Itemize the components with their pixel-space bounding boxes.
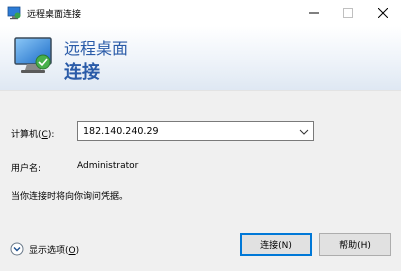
minimize-icon bbox=[309, 12, 319, 14]
help-button[interactable]: 帮助(H) bbox=[319, 233, 391, 256]
computer-input[interactable]: 182.140.240.29 bbox=[83, 126, 159, 137]
maximize-button[interactable] bbox=[331, 0, 365, 26]
close-button[interactable] bbox=[366, 0, 400, 26]
header-banner: 远程桌面 连接 bbox=[0, 26, 401, 91]
computer-label: 计算机(C): bbox=[11, 130, 55, 140]
window-title: 远程桌面连接 bbox=[27, 10, 82, 20]
remote-desktop-icon bbox=[14, 37, 52, 73]
maximize-icon bbox=[343, 8, 353, 18]
chevron-down-icon[interactable] bbox=[299, 127, 309, 137]
credentials-note: 当你连接时将向你询问凭据。 bbox=[11, 192, 129, 202]
show-options-toggle[interactable]: 显示选项(O) bbox=[10, 240, 79, 258]
connect-button[interactable]: 连接(N) bbox=[240, 233, 312, 256]
show-options-label: 显示选项(O) bbox=[29, 245, 80, 256]
banner-title-line2: 连接 bbox=[64, 62, 100, 83]
remote-desktop-app-icon bbox=[7, 6, 21, 20]
minimize-button[interactable] bbox=[297, 0, 331, 26]
expand-down-circle-icon bbox=[10, 242, 24, 256]
username-label: 用户名: bbox=[11, 164, 42, 174]
title-bar[interactable]: 远程桌面连接 bbox=[0, 0, 401, 26]
banner-title-line1: 远程桌面 bbox=[64, 39, 129, 58]
close-icon bbox=[378, 8, 388, 18]
computer-combobox[interactable]: 182.140.240.29 bbox=[77, 121, 314, 141]
username-value: Administrator bbox=[77, 161, 139, 171]
